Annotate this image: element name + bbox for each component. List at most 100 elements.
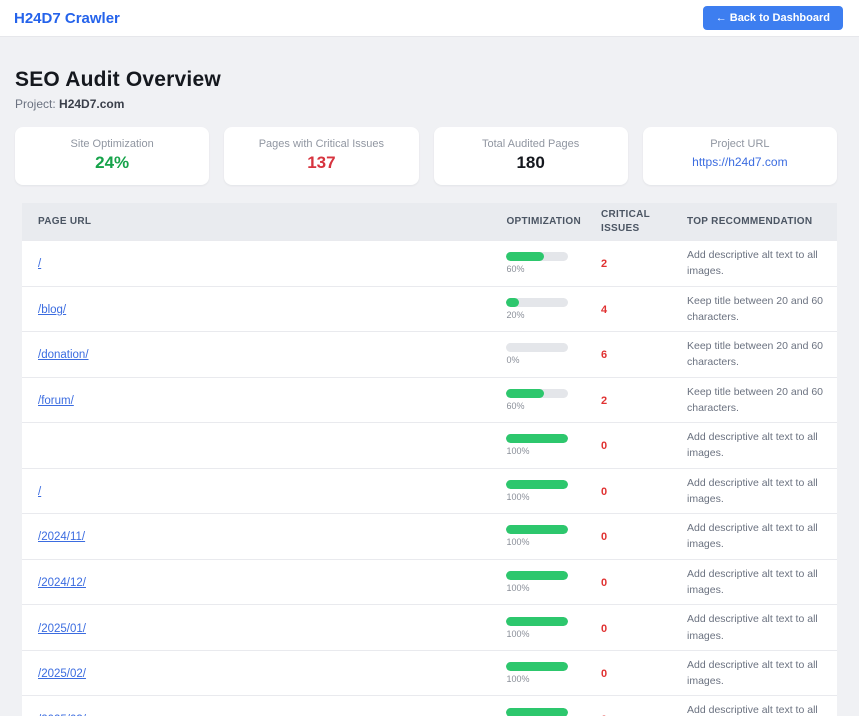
optimization-progress-fill [506, 252, 543, 261]
table-row: /2024/12/ 100% 0 Add descriptive alt tex… [22, 559, 837, 605]
critical-issues-count: 0 [601, 577, 607, 589]
optimization-progress-bar [506, 298, 568, 307]
optimization-progress-fill [506, 617, 568, 626]
optimization-progress-bar [506, 662, 568, 671]
optimization-progress-bar [506, 252, 568, 261]
optimization-percent-label: 0% [506, 355, 581, 365]
optimization-percent-label: 100% [506, 583, 581, 593]
page-url-link[interactable]: / [38, 486, 41, 498]
top-recommendation-text: Keep title between 20 and 60 characters. [687, 293, 827, 326]
audit-table: Page URL Optimization Critical Issues To… [22, 203, 837, 716]
project-name: H24D7.com [59, 97, 124, 111]
critical-issues-count: 6 [601, 349, 607, 361]
project-url-link[interactable]: https://h24d7.com [692, 155, 787, 169]
critical-issues-count: 0 [601, 486, 607, 498]
column-header-critical-issues: Critical Issues [591, 203, 677, 241]
optimization-percent-label: 60% [506, 264, 581, 274]
table-row: /blog/ 20% 4 Keep title between 20 and 6… [22, 286, 837, 332]
column-header-page-url: Page URL [22, 203, 496, 241]
stat-cards: Site Optimization 24% Pages with Critica… [15, 127, 837, 185]
project-subtitle: Project: H24D7.com [15, 97, 837, 111]
stat-card-label: Total Audited Pages [442, 138, 620, 150]
top-recommendation-text: Add descriptive alt text to all images. [687, 611, 827, 644]
table-row: /2025/01/ 100% 0 Add descriptive alt tex… [22, 605, 837, 651]
top-recommendation-text: Keep title between 20 and 60 characters. [687, 338, 827, 371]
main-content: SEO Audit Overview Project: H24D7.com Si… [0, 68, 859, 716]
page-url-link[interactable]: /2025/01/ [38, 623, 86, 635]
optimization-progress-fill [506, 708, 568, 716]
table-row: 100% 0 Add descriptive alt text to all i… [22, 423, 837, 469]
table-row: /donation/ 0% 6 Keep title between 20 an… [22, 332, 837, 378]
page-url-link[interactable]: /2024/11/ [38, 531, 85, 543]
top-recommendation-text: Add descriptive alt text to all images. [687, 429, 827, 462]
critical-issues-count: 2 [601, 395, 607, 407]
page-url-link[interactable]: /forum/ [38, 395, 74, 407]
column-header-top-recommendation: Top Recommendation [677, 203, 837, 241]
stat-card: Project URL https://h24d7.com [643, 127, 837, 185]
stat-card-label: Project URL [651, 138, 829, 150]
optimization-percent-label: 100% [506, 537, 581, 547]
critical-issues-count: 0 [601, 440, 607, 452]
page-url-link[interactable]: /2025/02/ [38, 668, 86, 680]
stat-card-label: Pages with Critical Issues [232, 138, 410, 150]
top-recommendation-text: Add descriptive alt text to all images. [687, 520, 827, 553]
optimization-percent-label: 100% [506, 674, 581, 684]
project-label: Project: [15, 97, 56, 111]
optimization-percent-label: 100% [506, 492, 581, 502]
page-url-link[interactable]: /2024/12/ [38, 577, 86, 589]
optimization-percent-label: 100% [506, 629, 581, 639]
top-recommendation-text: Add descriptive alt text to all images. [687, 247, 827, 280]
optimization-progress-bar [506, 343, 568, 352]
back-to-dashboard-button[interactable]: ← Back to Dashboard [703, 6, 843, 30]
top-recommendation-text: Add descriptive alt text to all images. [687, 657, 827, 690]
top-recommendation-text: Add descriptive alt text to all images. [687, 702, 827, 716]
table-header-row: Page URL Optimization Critical Issues To… [22, 203, 837, 241]
stat-card-label: Site Optimization [23, 138, 201, 150]
top-recommendation-text: Add descriptive alt text to all images. [687, 475, 827, 508]
optimization-percent-label: 100% [506, 446, 581, 456]
optimization-percent-label: 20% [506, 310, 581, 320]
audit-table-section: Page URL Optimization Critical Issues To… [22, 203, 837, 716]
top-bar: H24D7 Crawler ← Back to Dashboard [0, 0, 859, 37]
optimization-progress-fill [506, 480, 568, 489]
stat-card: Total Audited Pages 180 [434, 127, 628, 185]
table-row: /2024/11/ 100% 0 Add descriptive alt tex… [22, 514, 837, 560]
stat-card-value: 137 [232, 153, 410, 173]
column-header-optimization: Optimization [496, 203, 591, 241]
critical-issues-count: 0 [601, 531, 607, 543]
optimization-progress-bar [506, 525, 568, 534]
optimization-progress-bar [506, 571, 568, 580]
page-title: SEO Audit Overview [15, 68, 837, 92]
top-recommendation-text: Add descriptive alt text to all images. [687, 566, 827, 599]
critical-issues-count: 0 [601, 668, 607, 680]
optimization-percent-label: 60% [506, 401, 581, 411]
optimization-progress-bar [506, 434, 568, 443]
page-url-link[interactable]: /donation/ [38, 349, 89, 361]
optimization-progress-fill [506, 298, 518, 307]
table-row: /forum/ 60% 2 Keep title between 20 and … [22, 377, 837, 423]
stat-card: Site Optimization 24% [15, 127, 209, 185]
critical-issues-count: 0 [601, 623, 607, 635]
optimization-progress-bar [506, 480, 568, 489]
critical-issues-count: 4 [601, 304, 607, 316]
table-row: / 100% 0 Add descriptive alt text to all… [22, 468, 837, 514]
page-url-link[interactable]: /blog/ [38, 304, 66, 316]
optimization-progress-fill [506, 389, 543, 398]
optimization-progress-bar [506, 617, 568, 626]
page-url-link[interactable]: / [38, 258, 41, 270]
stat-card-value: 24% [23, 153, 201, 173]
table-row: / 60% 2 Add descriptive alt text to all … [22, 241, 837, 287]
optimization-progress-fill [506, 434, 568, 443]
app-brand[interactable]: H24D7 Crawler [14, 10, 120, 27]
optimization-progress-fill [506, 662, 568, 671]
stat-card-value: 180 [442, 153, 620, 173]
table-row: /2025/03/ 100% 0 Add descriptive alt tex… [22, 696, 837, 716]
critical-issues-count: 2 [601, 258, 607, 270]
optimization-progress-fill [506, 571, 568, 580]
optimization-progress-bar [506, 708, 568, 716]
table-row: /2025/02/ 100% 0 Add descriptive alt tex… [22, 650, 837, 696]
optimization-progress-fill [506, 525, 568, 534]
stat-card: Pages with Critical Issues 137 [224, 127, 418, 185]
optimization-progress-bar [506, 389, 568, 398]
top-recommendation-text: Keep title between 20 and 60 characters. [687, 384, 827, 417]
